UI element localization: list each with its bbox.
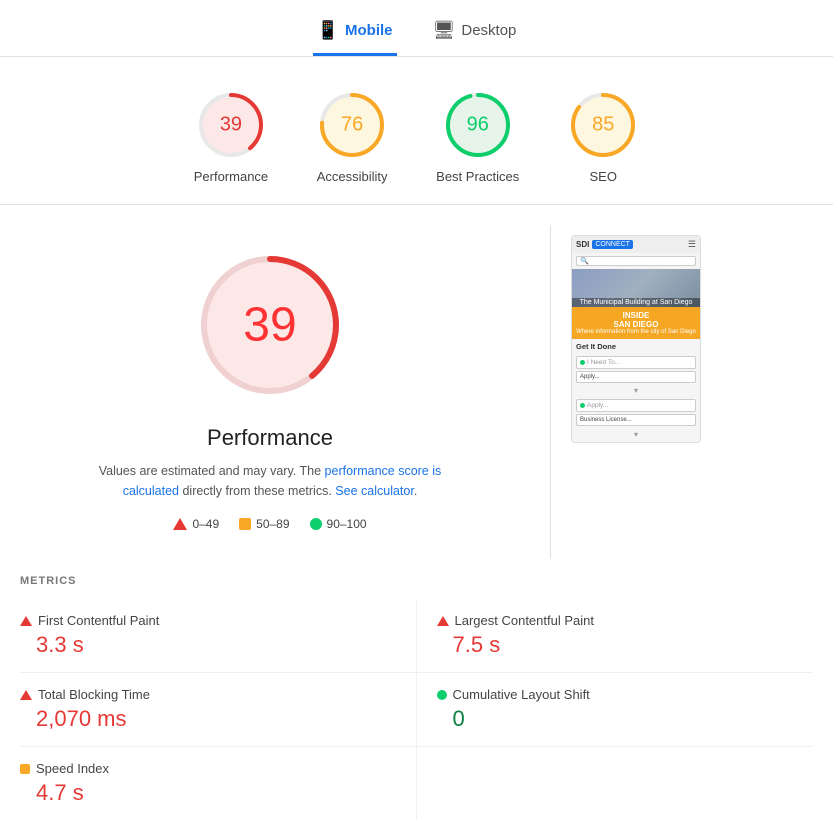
desktop-icon: 🖥 [433,20,456,41]
legend-green: 90–100 [310,517,367,531]
si-icon [20,764,30,774]
tab-desktop[interactable]: 🖥 Desktop [429,12,521,56]
ss-field-dot [580,360,585,365]
ss-field-need-to: I Need To... [576,356,696,369]
tab-desktop-label: Desktop [461,22,516,39]
ss-header: SDI CONNECT ☰ [572,236,700,253]
metric-fcp: First Contentful Paint 3.3 s [20,599,417,673]
legend-red: 0–49 [173,517,219,531]
metric-lcp-header: Largest Contentful Paint [437,613,794,628]
best-practices-label: Best Practices [436,169,519,184]
fcp-icon [20,616,32,626]
legend-orange-range: 50–89 [256,517,289,531]
left-panel: 39 Performance Values are estimated and … [0,225,540,559]
ss-apply-select: Apply... [576,371,696,383]
vertical-divider [550,225,551,559]
tab-mobile[interactable]: 📱 Mobile [313,12,397,56]
perf-desc-text1: Values are estimated and may vary. The [99,464,321,478]
metric-cls: Cumulative Layout Shift 0 [417,673,814,747]
legend-orange: 50–89 [239,517,289,531]
score-best-practices[interactable]: 96 Best Practices [436,89,519,184]
metric-lcp: Largest Contentful Paint 7.5 s [417,599,814,673]
main-content: 39 Performance Values are estimated and … [0,205,833,559]
score-performance[interactable]: 39 Performance [194,89,268,184]
legend-red-range: 0–49 [192,517,219,531]
performance-circle: 39 [195,89,267,161]
ss-inside-title: INSIDE [623,311,650,320]
ss-business-license-select: Business License... [576,414,696,426]
ss-image-caption: The Municipal Building at San Diego [572,298,700,307]
perf-desc-text2: directly from these metrics. [182,484,331,498]
mobile-icon: 📱 [317,20,339,41]
scores-row: 39 Performance 76 Accessibility 96 Best … [0,57,833,204]
metric-fcp-header: First Contentful Paint [20,613,396,628]
performance-description: Values are estimated and may vary. The p… [80,461,460,501]
metrics-section: METRICS First Contentful Paint 3.3 s Lar… [0,559,833,820]
metric-tbt-header: Total Blocking Time [20,687,396,702]
ss-searchbar: 🔍 [576,256,696,266]
ss-apply2-label: Apply... [587,402,608,409]
best-practices-circle: 96 [442,89,514,161]
best-practices-score: 96 [467,114,489,137]
legend-orange-icon [239,518,251,530]
performance-title: Performance [207,425,333,451]
tbt-name: Total Blocking Time [38,687,150,702]
cls-value: 0 [437,706,794,732]
tbt-icon [20,690,32,700]
lcp-icon [437,616,449,626]
score-legend: 0–49 50–89 90–100 [173,517,366,531]
score-seo[interactable]: 85 SEO [567,89,639,184]
seo-score: 85 [592,114,614,137]
page-screenshot: SDI CONNECT ☰ 🔍 The Municipal Building a… [571,235,701,443]
ss-connect-btn: CONNECT [592,240,633,249]
right-panel: SDI CONNECT ☰ 🔍 The Municipal Building a… [561,225,711,559]
accessibility-score: 76 [341,114,363,137]
ss-inside-sub: Where information from the city of San D… [576,329,696,335]
metric-cls-header: Cumulative Layout Shift [437,687,794,702]
metrics-heading: METRICS [20,575,813,587]
ss-get-it-done-label: Get It Done [572,339,700,354]
performance-score: 39 [220,114,242,137]
performance-label: Performance [194,169,268,184]
cls-name: Cumulative Layout Shift [453,687,590,702]
legend-red-icon [173,518,187,530]
ss-i-need-to-label: I Need To... [587,359,620,366]
ss-search-icon: 🔍 [580,257,589,265]
fcp-name: First Contentful Paint [38,613,159,628]
ss-logo: SDI [576,240,589,249]
metric-si-header: Speed Index [20,761,396,776]
metric-si: Speed Index 4.7 s [20,747,417,820]
score-accessibility[interactable]: 76 Accessibility [316,89,388,184]
ss-expand-row2: ▾ [572,427,700,442]
ss-expand-icon2: ▾ [634,430,638,439]
ss-field-dot2 [580,403,585,408]
legend-green-icon [310,518,322,530]
ss-menu-icon: ☰ [688,239,696,250]
ss-field-apply2: Apply... [576,399,696,412]
cls-icon [437,690,447,700]
seo-circle: 85 [567,89,639,161]
big-performance-circle: 39 [190,245,350,405]
ss-expand-icon: ▾ [634,386,638,395]
si-value: 4.7 s [20,780,396,806]
ss-expand-row: ▾ [572,384,700,397]
legend-green-range: 90–100 [327,517,367,531]
seo-label: SEO [590,169,617,184]
tab-mobile-label: Mobile [345,22,393,39]
ss-inside-block: INSIDE SAN DIEGO Where information from … [572,307,700,339]
perf-see-calc-link[interactable]: See calculator [335,484,414,498]
ss-hero-image: The Municipal Building at San Diego [572,269,700,307]
metric-tbt: Total Blocking Time 2,070 ms [20,673,417,747]
accessibility-circle: 76 [316,89,388,161]
ss-san-diego-title: SAN DIEGO [614,320,659,329]
fcp-value: 3.3 s [20,632,396,658]
big-performance-score: 39 [243,298,296,353]
lcp-name: Largest Contentful Paint [455,613,594,628]
si-name: Speed Index [36,761,109,776]
tabs-bar: 📱 Mobile 🖥 Desktop [0,0,833,57]
metrics-grid: First Contentful Paint 3.3 s Largest Con… [20,599,813,820]
accessibility-label: Accessibility [317,169,388,184]
tbt-value: 2,070 ms [20,706,396,732]
lcp-value: 7.5 s [437,632,794,658]
